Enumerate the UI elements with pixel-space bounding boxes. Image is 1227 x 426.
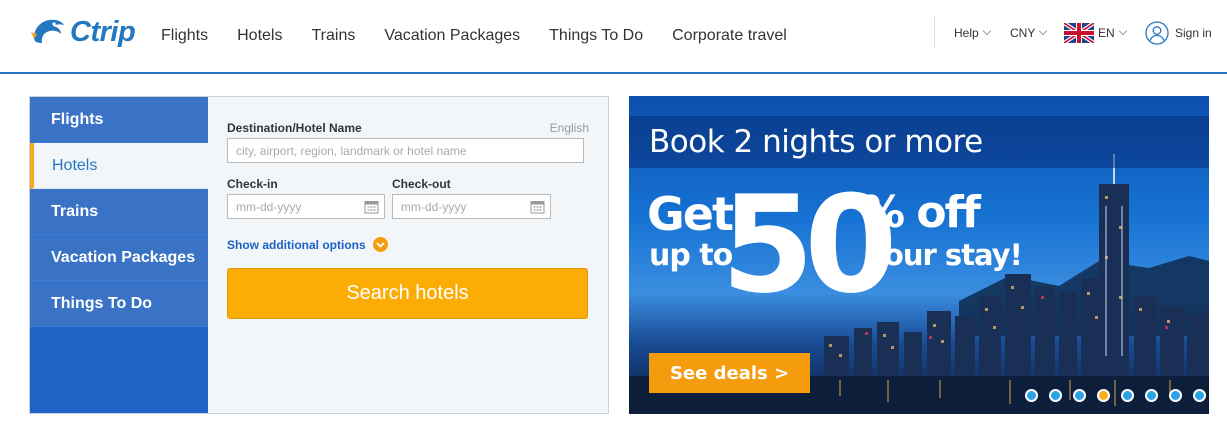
banner-headline-bar: Book 2 nights or more: [629, 116, 1209, 168]
checkout-placeholder: mm-dd-yyyy: [401, 199, 467, 214]
nav-things-to-do[interactable]: Things To Do: [549, 27, 643, 45]
carousel-dot-2[interactable]: [1049, 389, 1062, 402]
destination-label: Destination/Hotel Name: [227, 121, 362, 135]
language-menu[interactable]: EN: [1064, 0, 1127, 66]
banner-upto-text: up to: [649, 238, 733, 273]
nav-trains[interactable]: Trains: [311, 27, 355, 45]
hotel-search-form: Destination/Hotel Name English city, air…: [227, 97, 589, 413]
user-icon: [1145, 21, 1169, 45]
uk-flag-icon: [1064, 23, 1094, 43]
calendar-icon: [530, 201, 545, 214]
carousel-dot-5[interactable]: [1121, 389, 1134, 402]
nav-flights[interactable]: Flights: [161, 27, 208, 45]
help-label: Help: [954, 26, 979, 40]
nav-hotels[interactable]: Hotels: [237, 27, 282, 45]
language-label: EN: [1098, 26, 1115, 40]
logo-text: Ctrip: [70, 15, 136, 48]
checkin-placeholder: mm-dd-yyyy: [236, 199, 302, 214]
promo-banner[interactable]: Book 2 nights or more Get up to 50 % off…: [629, 96, 1209, 414]
carousel-dot-8[interactable]: [1193, 389, 1206, 402]
show-additional-options-link[interactable]: Show additional options: [227, 237, 388, 252]
destination-placeholder: city, airport, region, landmark or hotel…: [236, 143, 467, 158]
sign-in-link[interactable]: Sign in: [1145, 0, 1212, 66]
see-deals-button[interactable]: See deals >: [649, 353, 810, 393]
chevron-down-icon: [1039, 26, 1048, 36]
site-header: Ctrip Flights Hotels Trains Vacation Pac…: [0, 0, 1227, 74]
chevron-down-icon: [982, 26, 991, 36]
dolphin-logo-icon: [31, 19, 64, 43]
banner-headline: Book 2 nights or more: [649, 124, 983, 160]
nav-corporate-travel[interactable]: Corporate travel: [672, 27, 787, 45]
language-hint[interactable]: English: [550, 121, 589, 135]
header-divider: [934, 17, 935, 48]
search-panel: Flights Hotels Trains Vacation Packages …: [29, 96, 609, 414]
banner-get-text: Get: [647, 187, 734, 241]
checkin-label: Check-in: [227, 177, 278, 191]
checkout-label: Check-out: [392, 177, 451, 191]
checkin-input[interactable]: mm-dd-yyyy: [227, 194, 385, 219]
sidebar-item-things-to-do[interactable]: Things To Do: [30, 281, 208, 327]
chevron-down-circle-icon: [372, 237, 388, 252]
carousel-dot-4[interactable]: [1097, 389, 1110, 402]
search-hotels-button[interactable]: Search hotels: [227, 268, 588, 319]
more-options-label: Show additional options: [227, 237, 366, 252]
sign-in-label: Sign in: [1175, 26, 1212, 40]
sidebar-item-trains[interactable]: Trains: [30, 189, 208, 235]
banner-percent-off-text: % off: [861, 187, 981, 238]
carousel-dot-3[interactable]: [1073, 389, 1086, 402]
calendar-icon: [364, 201, 379, 214]
destination-input[interactable]: city, airport, region, landmark or hotel…: [227, 138, 584, 163]
nav-vacation-packages[interactable]: Vacation Packages: [384, 27, 520, 45]
carousel-dots: [1025, 389, 1209, 402]
banner-your-stay-text: your stay!: [866, 238, 1023, 272]
sidebar-item-vacation-packages[interactable]: Vacation Packages: [30, 235, 208, 281]
carousel-dot-7[interactable]: [1169, 389, 1182, 402]
product-sidebar: Flights Hotels Trains Vacation Packages …: [30, 97, 208, 413]
carousel-dot-1[interactable]: [1025, 389, 1038, 402]
chevron-down-icon: [1118, 26, 1127, 36]
main-nav: Flights Hotels Trains Vacation Packages …: [161, 0, 816, 72]
currency-label: CNY: [1010, 26, 1036, 40]
sidebar-item-hotels[interactable]: Hotels: [30, 143, 208, 189]
carousel-dot-6[interactable]: [1145, 389, 1158, 402]
sidebar-item-flights[interactable]: Flights: [30, 97, 208, 143]
help-menu[interactable]: Help: [954, 0, 991, 66]
checkout-input[interactable]: mm-dd-yyyy: [392, 194, 551, 219]
ctrip-logo[interactable]: Ctrip: [28, 10, 140, 54]
currency-menu[interactable]: CNY: [1010, 0, 1048, 66]
